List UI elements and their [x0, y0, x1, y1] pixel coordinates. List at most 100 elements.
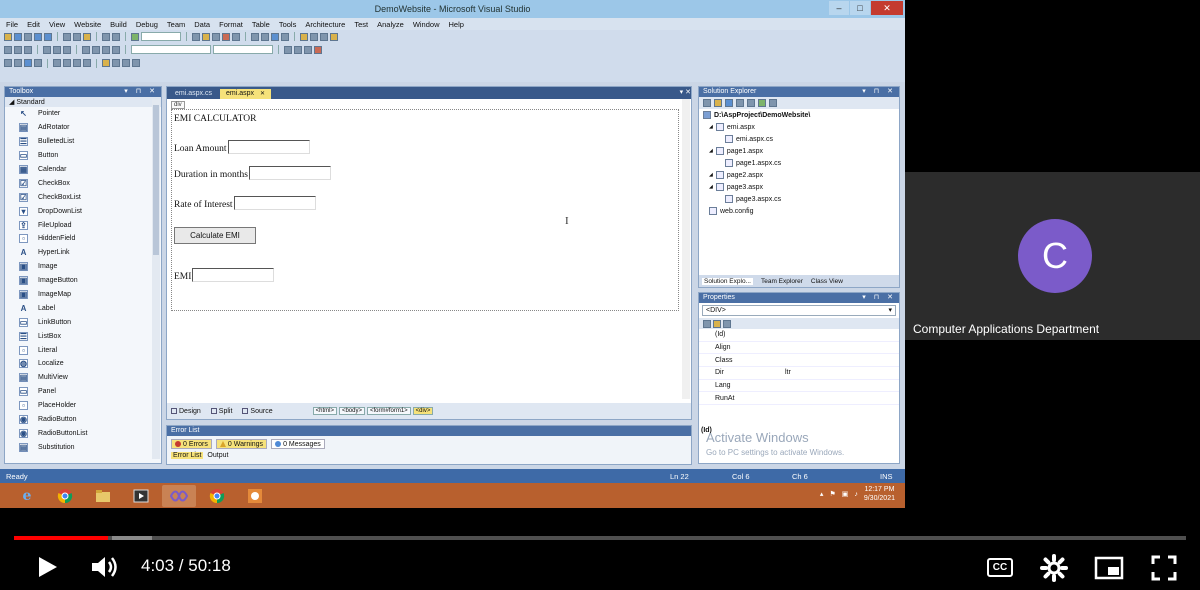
panel-controls-icon[interactable]: ▾ ⊓ ✕	[124, 87, 158, 97]
copy-icon[interactable]	[73, 32, 81, 41]
align-left-icon[interactable]	[4, 45, 12, 54]
hyperlink-insert-icon[interactable]	[112, 59, 120, 67]
start-debug-icon[interactable]	[131, 32, 139, 41]
font-dropdown[interactable]	[213, 45, 273, 54]
solution-explorer-icon[interactable]	[202, 32, 210, 41]
tab-emi-aspx-cs[interactable]: emi.aspx.cs	[169, 89, 218, 99]
add-item-icon[interactable]	[24, 32, 32, 41]
save-all-icon[interactable]	[44, 32, 52, 41]
align-right-icon[interactable]	[24, 45, 32, 54]
toolbox-item-image[interactable]: ▣ Image	[5, 260, 161, 274]
toolbox-item-hyperlink[interactable]: A HyperLink	[5, 246, 161, 260]
toolbox-item-calendar[interactable]: ▦ Calendar	[5, 163, 161, 177]
internet-explorer-icon[interactable]: e	[10, 485, 44, 507]
settings-gear-icon[interactable]	[1040, 554, 1068, 582]
toolbox-item-panel[interactable]: ▭ Panel	[5, 385, 161, 399]
tab-solution-explorer[interactable]: Solution Explo...	[702, 277, 753, 285]
toolbox-item-multiview[interactable]: ▤ MultiView	[5, 371, 161, 385]
crumb-form[interactable]: <form#form1>	[366, 407, 411, 415]
toolbox-item-dropdownlist[interactable]: ▾ DropDownList	[5, 204, 161, 218]
fore-color-icon[interactable]	[314, 45, 322, 54]
align-center-icon[interactable]	[14, 45, 22, 54]
categorized-icon[interactable]	[703, 319, 711, 328]
properties-object-select[interactable]: <DIV>	[702, 305, 896, 316]
crumb-body[interactable]: <body>	[338, 407, 365, 415]
emi-textbox[interactable]	[192, 268, 275, 282]
cut-icon[interactable]	[63, 32, 71, 41]
captions-button[interactable]: CC	[987, 558, 1013, 577]
toolbox-item-pointer[interactable]: ↖ Pointer	[5, 107, 161, 121]
prev-bookmark-icon[interactable]	[320, 32, 328, 41]
calculate-emi-button[interactable]: Calculate EMI	[174, 227, 256, 244]
toolbox-item-placeholder[interactable]: ▫ PlaceHolder	[5, 399, 161, 413]
volume-icon[interactable]	[90, 553, 122, 581]
panel-controls-icon[interactable]: ▾ ⊓ ✕	[862, 293, 896, 303]
design-view-button[interactable]: Design	[171, 408, 201, 415]
chrome-second-icon[interactable]	[200, 485, 234, 507]
save-icon[interactable]	[34, 32, 42, 41]
tab-error-list[interactable]: Error List	[171, 451, 204, 459]
view-code-icon[interactable]	[736, 99, 744, 107]
menu-item-view[interactable]: View	[49, 20, 65, 29]
warnings-filter-button[interactable]: 0 Warnings	[215, 439, 268, 449]
design-surface[interactable]: EMI CALCULATOR Loan Amount Duration in m…	[171, 109, 679, 311]
horizontal-spacing-icon[interactable]	[82, 45, 90, 54]
action-center-icon[interactable]: ⚑	[829, 490, 835, 498]
nest-related-icon[interactable]	[758, 99, 766, 107]
toolbox-item-fileupload[interactable]: ⇪ FileUpload	[5, 218, 161, 232]
tree-item[interactable]: ◢ page3.aspx	[699, 181, 899, 193]
toolbox-item-checkbox[interactable]: ☑ CheckBox	[5, 176, 161, 190]
bold-icon[interactable]	[284, 45, 292, 54]
find-icon[interactable]	[192, 32, 200, 41]
menu-item-test[interactable]: Test	[354, 20, 368, 29]
tab-overflow-icon[interactable]: ▾ ✕	[680, 88, 691, 96]
merge-cells-icon[interactable]	[83, 59, 91, 67]
toolbox-item-label[interactable]: A Label	[5, 301, 161, 315]
panel-controls-icon[interactable]: ▾ ⊓ ✕	[862, 87, 896, 97]
toolbox-scrollbar[interactable]	[152, 99, 160, 459]
editor-scrollbar[interactable]	[682, 99, 690, 399]
tree-item[interactable]: ◢ page1.aspx	[699, 145, 899, 157]
menu-item-analyze[interactable]: Analyze	[377, 20, 404, 29]
menu-item-edit[interactable]: Edit	[27, 20, 40, 29]
toolbox-item-localize[interactable]: ◍ Localize	[5, 357, 161, 371]
property-row[interactable]: Dir ltr	[699, 367, 899, 380]
menu-item-architecture[interactable]: Architecture	[305, 20, 345, 29]
minimize-icon[interactable]: –	[829, 1, 849, 15]
html-toolbar-icon[interactable]	[4, 59, 12, 67]
image-insert-icon[interactable]	[102, 59, 110, 67]
toolbox-item-linkbutton[interactable]: ▭ LinkButton	[5, 315, 161, 329]
menu-item-table[interactable]: Table	[252, 20, 270, 29]
expander-icon[interactable]: ◢	[709, 172, 713, 178]
tab-class-view[interactable]: Class View	[811, 278, 843, 285]
paste-icon[interactable]	[83, 32, 91, 41]
new-project-icon[interactable]	[4, 32, 12, 41]
bookmark-icon[interactable]	[300, 32, 308, 41]
table-icon[interactable]	[53, 59, 61, 67]
tab-output[interactable]: Output	[207, 452, 228, 459]
tree-item[interactable]: emi.aspx.cs	[699, 133, 899, 145]
messages-filter-button[interactable]: 0 Messages	[271, 439, 325, 449]
view-designer-icon[interactable]	[747, 99, 755, 107]
properties-icon[interactable]	[212, 32, 220, 41]
toolbox-item-adrotator[interactable]: ▤ AdRotator	[5, 121, 161, 135]
tree-root[interactable]: D:\AspProject\DemoWebsite\	[699, 109, 899, 121]
paint-icon[interactable]	[238, 485, 272, 507]
show-all-files-icon[interactable]	[714, 99, 722, 107]
property-value[interactable]: ltr	[785, 369, 899, 376]
span-insert-icon[interactable]	[132, 59, 140, 67]
menu-item-website[interactable]: Website	[74, 20, 101, 29]
tree-item[interactable]: ◢ emi.aspx	[699, 121, 899, 133]
insert-column-icon[interactable]	[73, 59, 81, 67]
rate-textbox[interactable]	[233, 196, 316, 210]
toolbox-item-imagemap[interactable]: ▣ ImageMap	[5, 288, 161, 302]
volume-icon[interactable]: ♪	[854, 491, 858, 498]
miniplayer-icon[interactable]	[1094, 556, 1124, 580]
toolbox-item-bulletedlist[interactable]: ☰ BulletedList	[5, 135, 161, 149]
maximize-icon[interactable]: □	[850, 1, 870, 15]
toolbox-item-radiobuttonlist[interactable]: ◉ RadioButtonList	[5, 426, 161, 440]
same-size-icon[interactable]	[63, 45, 71, 54]
vertical-spacing-icon[interactable]	[92, 45, 100, 54]
property-pages-icon[interactable]	[723, 319, 731, 328]
alphabetical-icon[interactable]	[713, 319, 721, 328]
